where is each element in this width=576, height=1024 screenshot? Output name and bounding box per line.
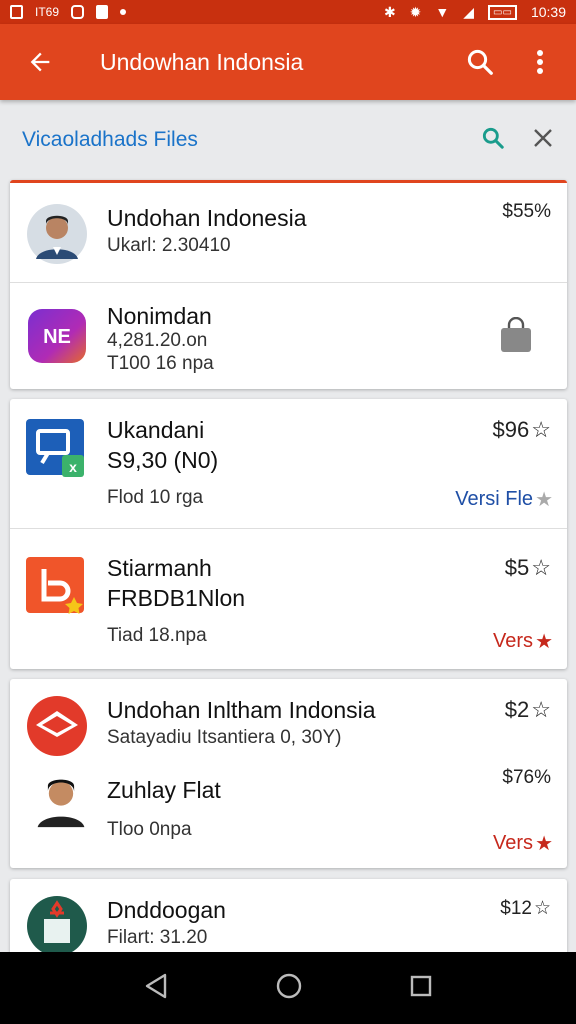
nav-home-button[interactable]	[275, 972, 303, 1005]
item-price: $55%	[502, 201, 551, 222]
search-query[interactable]: Vicaoladhads Files	[22, 128, 480, 152]
wifi-icon: ▼	[435, 4, 450, 20]
item-name: Nonimdan	[107, 303, 212, 329]
shopping-bag-icon	[501, 316, 531, 352]
item-detail: S9,30 (N0)	[107, 447, 219, 473]
item-price: $12 ☆	[500, 897, 551, 920]
star-outline-icon: ★	[535, 489, 553, 511]
version-link[interactable]: Vers ★	[493, 831, 553, 856]
result-card: x Ukandani S9,30 (N0) Flod 10 rga $96 ☆ V…	[10, 399, 567, 669]
item-name: Zuhlay Flat	[107, 777, 221, 803]
item-name: Undohan Inltham Indonsia	[107, 697, 376, 723]
item-name: Dnddoogan	[107, 897, 226, 923]
clock: 10:39	[530, 4, 566, 20]
nav-back-button[interactable]	[143, 972, 169, 1005]
item-detail: Filart: 31.20	[107, 927, 208, 948]
signal-icon: ◢	[463, 3, 475, 20]
search-submit-button[interactable]	[480, 125, 506, 156]
item-price: $76%	[502, 767, 551, 788]
notification-icon	[10, 5, 23, 19]
item-meta: Tloo 0npa	[107, 819, 192, 840]
version-link[interactable]: Versi Fle ★	[455, 487, 553, 512]
list-item[interactable]: NE Nonimdan 4,281.20.on T100 16 npa	[10, 283, 567, 389]
circle-home-icon	[276, 973, 302, 998]
person-avatar-icon	[37, 779, 85, 828]
item-price: $5 ☆	[504, 555, 551, 580]
svg-text:x: x	[69, 459, 77, 475]
message-icon	[71, 5, 85, 19]
dot-icon	[120, 9, 127, 15]
bluetooth-icon: ✱	[383, 3, 396, 20]
more-vert-icon	[537, 50, 543, 74]
item-price: $96 ☆	[492, 417, 551, 442]
settings-icon: ✹	[409, 3, 422, 20]
version-link[interactable]: Vers ★	[493, 629, 553, 654]
sim-icon	[96, 5, 109, 19]
item-name: Ukandani	[107, 417, 205, 443]
item-detail: Satayadiu Itsantiera 0, 30Y)	[107, 727, 342, 748]
search-icon	[467, 49, 493, 75]
system-nav-bar	[0, 952, 576, 1024]
battery-icon: ▭▭	[488, 4, 517, 20]
red-diamond-icon	[27, 696, 87, 756]
item-detail: Ukarl: 2.30410	[107, 235, 231, 256]
blue-app-icon: x	[26, 419, 84, 477]
app-title: Undowhan Indonsia	[100, 48, 304, 75]
search-bar: Vicaoladhads Files	[0, 100, 576, 180]
search-button[interactable]	[450, 47, 510, 77]
item-meta: T100 16 npa	[107, 353, 214, 374]
star-outline-icon: ☆	[531, 417, 551, 442]
clear-search-button[interactable]	[532, 127, 554, 154]
result-card: Undohan Inltham Indonsia Satayadiu Itsan…	[10, 679, 567, 868]
orange-app-icon	[26, 557, 84, 614]
item-detail: 4,281.20.on	[107, 330, 208, 351]
list-item[interactable]: Stiarmanh FRBDB1Nlon Tiad 18.npa $5 ☆ Ver…	[10, 529, 567, 667]
item-name: Undohan Indonesia	[107, 205, 307, 231]
person-avatar-icon	[27, 204, 87, 264]
list-item[interactable]: Undohan Indonesia Ukarl: 2.30410 $55%	[10, 183, 567, 283]
arrow-back-icon	[30, 52, 50, 72]
list-item[interactable]: Zuhlay Flat Tloo 0npa $76% Vers ★	[10, 759, 567, 868]
item-meta: Tiad 18.npa	[107, 625, 207, 646]
list-item[interactable]: Undohan Inltham Indonsia Satayadiu Itsan…	[10, 679, 567, 759]
notification-text: IT69	[35, 5, 60, 19]
item-detail: FRBDB1Nlon	[107, 585, 246, 611]
list-item[interactable]: x Ukandani S9,30 (N0) Flod 10 rga $96 ☆ V…	[10, 399, 567, 529]
buy-button[interactable]	[499, 316, 533, 358]
overflow-menu-button[interactable]	[510, 49, 570, 75]
app-bar: Undowhan Indonsia	[0, 24, 576, 100]
item-price: $2 ☆	[504, 697, 551, 722]
item-name: Stiarmanh	[107, 555, 212, 581]
green-app-icon	[27, 896, 87, 956]
star-outline-icon: ☆	[533, 898, 551, 919]
star-filled-icon: ★	[535, 631, 553, 653]
star-outline-icon: ☆	[531, 555, 551, 580]
svg-text:NE: NE	[43, 326, 71, 348]
close-icon	[534, 128, 552, 147]
item-meta: Flod 10 rga	[107, 487, 204, 508]
star-outline-icon: ☆	[531, 697, 551, 722]
result-card: Undohan Indonesia Ukarl: 2.30410 $55% NE…	[10, 180, 567, 389]
star-filled-icon: ★	[535, 833, 553, 855]
search-icon	[482, 127, 504, 149]
status-bar: IT69 ✱ ✹ ▼ ◢ ▭▭ 10:39	[0, 0, 576, 24]
square-recents-icon	[410, 975, 432, 996]
ne-app-icon: NE	[28, 309, 86, 363]
back-button[interactable]	[0, 48, 80, 76]
nav-recents-button[interactable]	[409, 974, 433, 1003]
triangle-back-icon	[145, 973, 167, 998]
